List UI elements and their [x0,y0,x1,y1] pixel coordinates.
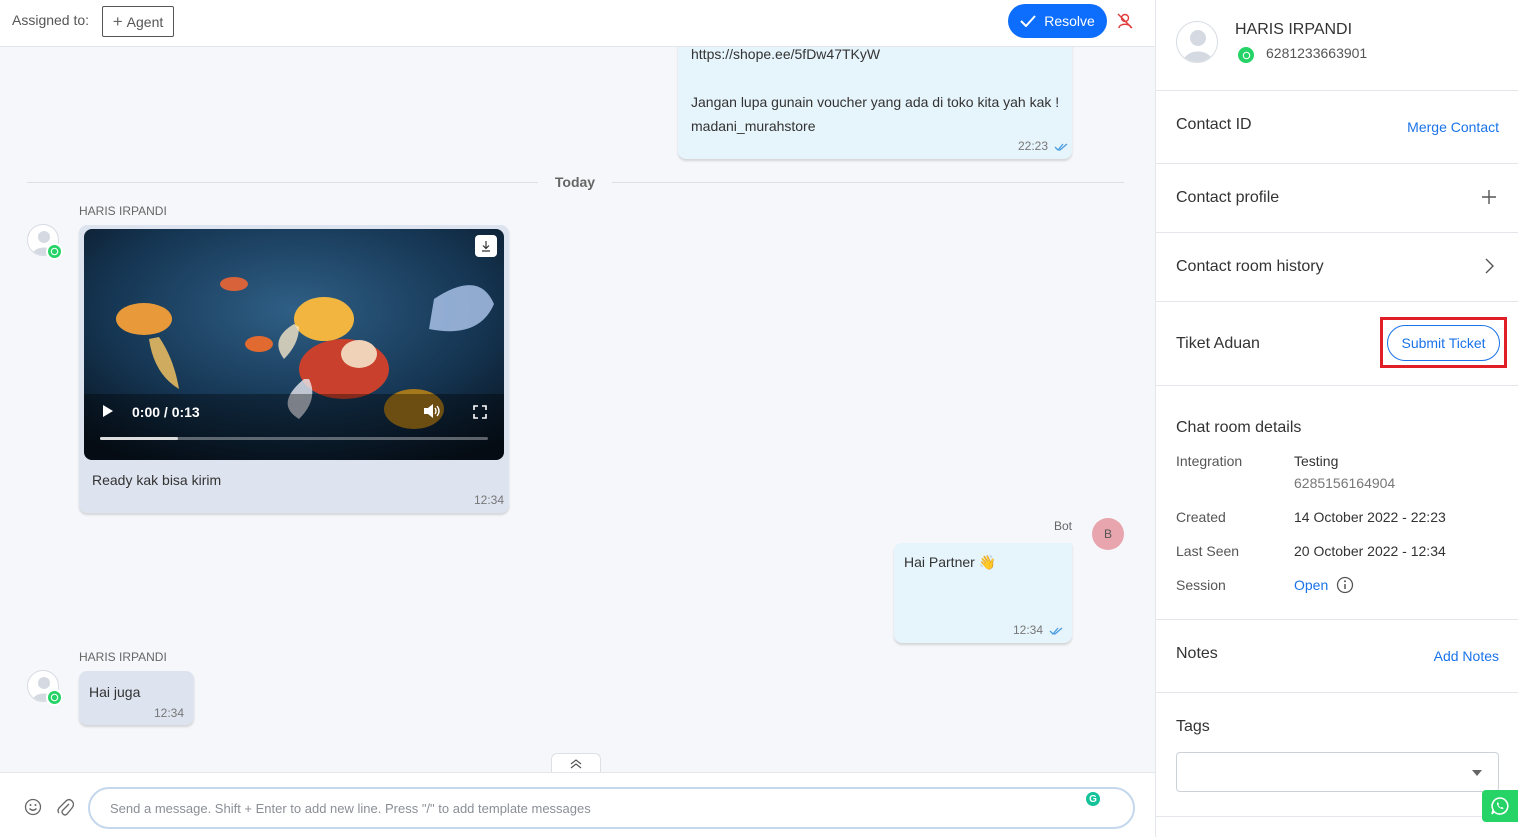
section-notes: Notes Add Notes [1156,620,1518,693]
created-label: Created [1176,509,1226,525]
attachment-icon[interactable] [56,797,74,817]
message-outgoing-previous: https://shope.ee/5fDw47TKyW Jangan lupa … [678,36,1072,159]
download-icon [482,241,490,252]
message-text-line: Jangan lupa gunain voucher yang ada di t… [691,94,1060,110]
read-ticks-icon [1054,143,1068,151]
date-separator: Today [554,174,596,190]
last-seen-label: Last Seen [1176,543,1240,559]
section-room-history[interactable]: Contact room history [1156,233,1518,302]
check-icon [1020,15,1036,27]
section-title: Tags [1176,718,1210,735]
message-composer: G [0,772,1155,837]
video-player[interactable]: 0:00 / 0:13 [84,229,504,460]
message-text: Hai juga [89,684,141,700]
whatsapp-icon [1238,47,1254,63]
contact-sidebar: HARIS IRPANDI 6281233663901 Contact ID M… [1155,0,1518,837]
info-icon[interactable] [1336,576,1354,594]
integration-number: 6285156164904 [1294,475,1396,491]
message-text: Ready kak bisa kirim [92,472,222,488]
emoji-icon[interactable] [24,798,42,816]
sender-name: HARIS IRPANDI [79,204,167,218]
date-divider [612,182,1124,183]
tags-select[interactable] [1176,752,1499,792]
bot-avatar: B [1092,518,1124,550]
message-text-line: madani_murahstore [691,118,816,134]
section-contact-profile[interactable]: Contact profile [1156,164,1518,233]
video-time: 0:00 / 0:13 [132,404,200,420]
section-title: Tiket Aduan [1176,335,1260,352]
section-title: Contact ID [1176,116,1252,133]
chevron-right-icon[interactable] [1481,258,1497,274]
merge-contact-link[interactable]: Merge Contact [1407,119,1499,135]
assigned-to-label: Assigned to: [12,12,90,28]
submit-ticket-button[interactable]: Submit Ticket [1387,325,1500,361]
section-title: Chat room details [1176,419,1302,436]
section-title: Contact profile [1176,189,1280,206]
message-outgoing-bot: Hai Partner 👋 12:34 [894,543,1072,643]
message-incoming-video: 0:00 / 0:13 Ready kak bisa kirim 12:34 [79,225,509,513]
add-agent-label: Agent [126,13,164,30]
message-text: Hai Partner 👋 [904,554,997,570]
add-notes-link[interactable]: Add Notes [1434,648,1499,664]
grammarly-icon[interactable]: G [1084,790,1102,808]
section-contact-id: Contact ID Merge Contact [1156,91,1518,164]
unassign-icon[interactable] [1116,12,1134,30]
chat-topbar: Assigned to: + Agent Resolve [0,0,1155,47]
session-label: Session [1176,577,1226,593]
sender-name: HARIS IRPANDI [79,650,167,664]
message-time: 12:34 [154,706,185,720]
plus-icon: + [112,12,123,31]
volume-icon[interactable] [423,403,441,419]
message-incoming: Hai juga 12:34 [79,671,194,725]
integration-label: Integration [1176,453,1243,469]
message-time: 12:34 [474,493,505,507]
play-icon[interactable] [102,404,114,418]
message-time: 22:23 [1018,139,1049,153]
plus-icon[interactable] [1481,189,1497,205]
video-seekbar[interactable] [100,437,488,440]
sender-name: Bot [1053,519,1072,533]
resolve-label: Resolve [1044,13,1095,29]
created-value: 14 October 2022 - 22:23 [1294,509,1446,525]
download-button[interactable] [475,235,497,257]
double-chevron-up-icon [570,758,582,768]
read-ticks-icon [1049,627,1063,635]
add-agent-button[interactable]: + Agent [102,6,174,37]
integration-value: Testing [1294,453,1339,469]
contact-avatar [1176,21,1218,63]
section-title: Contact room history [1176,258,1324,275]
whatsapp-icon [46,243,63,260]
last-seen-value: 20 October 2022 - 12:34 [1294,543,1446,559]
whatsapp-icon [1491,797,1509,815]
resolve-button[interactable]: Resolve [1008,4,1107,38]
contact-name: HARIS IRPANDI [1235,21,1353,38]
video-progress [100,437,178,440]
video-thumbnail [84,229,504,460]
chat-panel: https://shope.ee/5fDw47TKyW Jangan lupa … [0,0,1155,837]
date-divider [27,182,538,183]
session-status: Open [1294,577,1329,593]
contact-header: HARIS IRPANDI 6281233663901 [1156,0,1518,91]
message-time: 12:34 [1013,623,1044,637]
fullscreen-icon[interactable] [473,405,487,419]
caret-down-icon [1472,770,1482,776]
section-title: Notes [1176,645,1218,662]
user-icon [1183,30,1213,62]
contact-phone: 6281233663901 [1266,45,1368,61]
expand-button[interactable] [551,753,601,773]
whatsapp-icon [46,689,63,706]
message-input[interactable] [88,787,1135,829]
whatsapp-float-button[interactable] [1482,790,1518,822]
